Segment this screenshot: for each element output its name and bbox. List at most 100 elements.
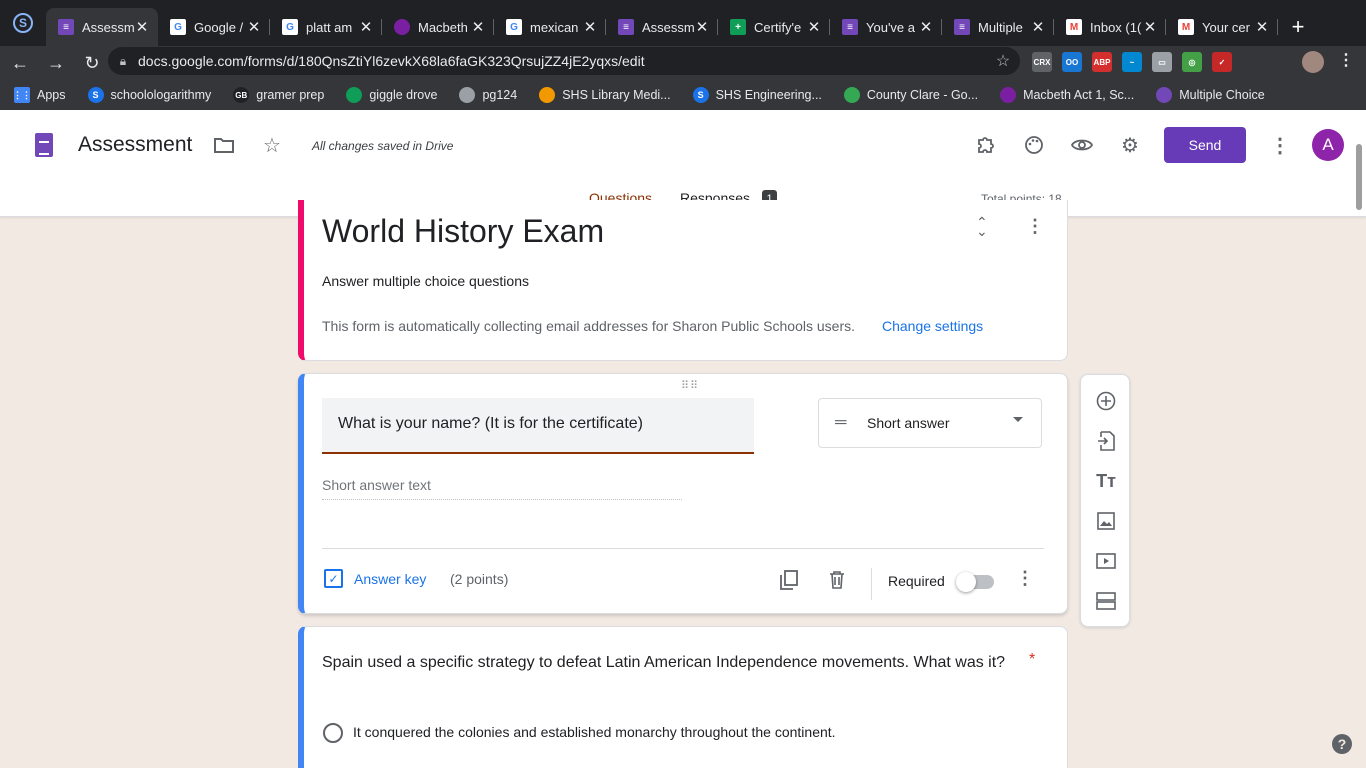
form-title[interactable]: Assessment — [78, 133, 192, 157]
send-button[interactable]: Send — [1164, 127, 1246, 163]
forward-button[interactable]: → — [40, 47, 72, 79]
browser-tab[interactable]: ≡ Assessm ✕ — [46, 8, 158, 46]
settings-gear-icon[interactable]: ⚙︎ — [1116, 131, 1144, 159]
question-card-name[interactable]: ⠿⠿ What is your name? (It is for the cer… — [298, 373, 1068, 614]
question-more-icon[interactable]: ⋮ — [1016, 568, 1034, 589]
required-toggle-knob[interactable] — [956, 572, 976, 592]
addons-puzzle-icon[interactable] — [972, 131, 1000, 159]
move-folder-icon[interactable] — [210, 131, 238, 159]
browser-tab[interactable]: M Inbox (1(✕ — [1054, 8, 1166, 46]
close-tab-icon[interactable]: ✕ — [470, 18, 486, 36]
palette-icon[interactable] — [1020, 131, 1048, 159]
question-card-spain[interactable]: Spain used a specific strategy to defeat… — [298, 626, 1068, 768]
question-type-dropdown[interactable]: ═ Short answer — [818, 398, 1042, 448]
exam-description[interactable]: Answer multiple choice questions — [322, 273, 529, 289]
extensions-area: CRX OO ABP ~ ▭ ◎ ✓ — [1032, 52, 1232, 72]
add-image-icon[interactable] — [1094, 509, 1118, 533]
question2-text[interactable]: Spain used a specific strategy to defeat… — [322, 651, 1012, 675]
profile-avatar[interactable] — [1302, 51, 1324, 73]
question-text-input[interactable]: What is your name? (It is for the certif… — [322, 398, 754, 454]
bookmark-label: gramer prep — [256, 88, 325, 102]
section-more-icon[interactable]: ⋮ — [1026, 216, 1044, 237]
option-label[interactable]: It conquered the colonies and establishe… — [353, 724, 836, 740]
add-video-icon[interactable] — [1094, 549, 1118, 573]
maps-icon — [843, 87, 860, 103]
close-tab-icon[interactable]: ✕ — [1142, 18, 1158, 36]
bookmark-item[interactable]: pg124 — [459, 87, 517, 103]
close-tab-icon[interactable]: ✕ — [582, 18, 598, 36]
bookmark-item[interactable]: GB gramer prep — [233, 87, 324, 103]
bookmark-item[interactable]: SHS Library Medi... — [539, 87, 671, 103]
bookmark-item[interactable]: Macbeth Act 1, Sc... — [1000, 87, 1134, 103]
new-tab-button[interactable]: + — [1278, 8, 1318, 46]
extension-icon[interactable]: CRX — [1032, 52, 1052, 72]
bookmark-label: Multiple Choice — [1179, 88, 1265, 102]
gb-icon: GB — [233, 87, 250, 103]
add-question-icon[interactable] — [1094, 389, 1118, 413]
close-tab-icon[interactable]: ✕ — [1030, 18, 1046, 36]
import-questions-icon[interactable] — [1094, 429, 1118, 453]
answer-key-button[interactable]: Answer key — [354, 571, 426, 587]
close-tab-icon[interactable]: ✕ — [694, 18, 710, 36]
bookmark-item[interactable]: ⋮⋮ Apps — [13, 87, 66, 103]
close-tab-icon[interactable]: ✕ — [806, 18, 822, 36]
star-icon[interactable]: ☆ — [258, 131, 286, 159]
bookmark-item[interactable]: S SHS Engineering... — [692, 87, 822, 103]
bookmark-label: giggle drove — [369, 88, 438, 102]
add-title-text-icon[interactable]: Tт — [1094, 469, 1118, 493]
answer-key-checkbox-icon[interactable]: ✓ — [324, 569, 343, 588]
close-tab-icon[interactable]: ✕ — [246, 18, 262, 36]
address-bar[interactable]: 🔒︎ docs.google.com/forms/d/180QnsZtiYl6z… — [108, 47, 1020, 75]
bookmark-item[interactable]: giggle drove — [346, 87, 437, 103]
delete-trash-icon[interactable] — [825, 568, 849, 592]
change-settings-link[interactable]: Change settings — [882, 318, 983, 334]
extension-icon[interactable]: ✓ — [1212, 52, 1232, 72]
form-title-card[interactable]: World History Exam Answer multiple choic… — [298, 200, 1068, 361]
exam-title[interactable]: World History Exam — [322, 213, 604, 250]
bookmark-star-icon[interactable]: ☆ — [986, 51, 1020, 71]
forms-tab-icon: ≡ — [58, 19, 74, 35]
bookmark-label: pg124 — [482, 88, 518, 102]
option-radio[interactable] — [323, 723, 343, 743]
page-scrollbar[interactable] — [1356, 144, 1362, 210]
close-tab-icon[interactable]: ✕ — [1254, 18, 1270, 36]
bookmark-item[interactable]: County Clare - Go... — [843, 87, 978, 103]
duplicate-icon[interactable] — [777, 568, 801, 592]
collapse-chevron-icon[interactable]: ⌃ ⌄ — [976, 215, 988, 238]
chrome-menu-icon[interactable]: ⋮ — [1338, 50, 1354, 70]
browser-tab[interactable]: ≡ You've a ✕ — [830, 8, 942, 46]
help-icon[interactable]: ? — [1332, 734, 1352, 754]
extension-icon[interactable]: ▭ — [1152, 52, 1172, 72]
browser-tab[interactable]: + Certify'e ✕ — [718, 8, 830, 46]
tab-search-icon[interactable]: S — [0, 0, 46, 46]
back-button[interactable]: ← — [4, 47, 36, 79]
forms-doc-icon[interactable] — [35, 133, 53, 157]
browser-tab[interactable]: ≡ Assessm ✕ — [606, 8, 718, 46]
close-tab-icon[interactable]: ✕ — [918, 18, 934, 36]
dropdown-arrow-icon — [1013, 417, 1023, 422]
bookmark-item[interactable]: Multiple Choice — [1156, 87, 1265, 103]
reload-button[interactable]: ↻ — [76, 47, 108, 79]
browser-tab[interactable]: ≡ Multiple ✕ — [942, 8, 1054, 46]
browser-tab[interactable]: Macbeth ✕ — [382, 8, 494, 46]
extension-icon[interactable]: ◎ — [1182, 52, 1202, 72]
extension-icon[interactable]: ~ — [1122, 52, 1142, 72]
browser-tab[interactable]: M Your cer ✕ — [1166, 8, 1278, 46]
bookmark-item[interactable]: Sschoolologarithmy — [87, 87, 211, 103]
schoology-icon: S — [87, 87, 104, 103]
close-tab-icon[interactable]: ✕ — [134, 18, 150, 36]
browser-tab[interactable]: G Google / ✕ — [158, 8, 270, 46]
close-tab-icon[interactable]: ✕ — [358, 18, 374, 36]
account-avatar[interactable]: A — [1312, 129, 1344, 161]
url-text[interactable]: docs.google.com/forms/d/180QnsZtiYl6zevk… — [138, 53, 986, 69]
browser-tab[interactable]: Gmexican ✕ — [494, 8, 606, 46]
add-section-icon[interactable] — [1094, 589, 1118, 613]
extension-icon[interactable]: ABP — [1092, 52, 1112, 72]
tabs-container: ≡ Assessm ✕ G Google / ✕ Gplatt am ✕ Macbeth ✕ Gme… — [46, 8, 1278, 46]
extension-icon[interactable]: OO — [1062, 52, 1082, 72]
browser-tab[interactable]: Gplatt am ✕ — [270, 8, 382, 46]
more-options-icon[interactable]: ⋮ — [1266, 131, 1294, 159]
globe-icon — [459, 87, 476, 103]
preview-eye-icon[interactable] — [1068, 131, 1096, 159]
drag-handle-icon[interactable]: ⠿⠿ — [681, 379, 699, 392]
